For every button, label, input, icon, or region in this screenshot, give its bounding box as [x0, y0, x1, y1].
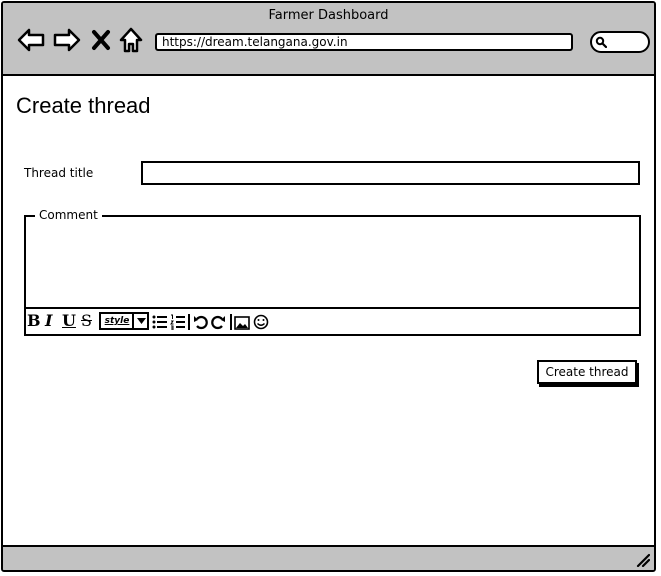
- numbered-list-icon[interactable]: [170, 314, 186, 330]
- thread-title-label: Thread title: [24, 166, 94, 180]
- style-dropdown-value: style: [102, 314, 134, 328]
- style-dropdown[interactable]: style: [99, 312, 149, 330]
- chevron-down-icon: [137, 318, 146, 324]
- toolbar-divider: [188, 314, 190, 330]
- forward-arrow-icon[interactable]: [52, 25, 82, 55]
- strikethrough-button[interactable]: S: [81, 312, 92, 330]
- back-arrow-icon[interactable]: [16, 25, 46, 55]
- home-icon[interactable]: [118, 25, 144, 55]
- image-icon[interactable]: [234, 315, 250, 331]
- magnifier-icon: [595, 36, 607, 48]
- window-title: Farmer Dashboard: [268, 8, 389, 23]
- toolbar-divider: [230, 314, 232, 330]
- underline-button[interactable]: U: [62, 312, 76, 330]
- thread-title-input[interactable]: [141, 161, 640, 185]
- address-bar[interactable]: https://dream.telangana.gov.in: [155, 33, 573, 51]
- redo-icon[interactable]: [211, 314, 226, 330]
- browser-search-field[interactable]: [590, 31, 650, 53]
- resize-grip-icon[interactable]: [636, 553, 650, 567]
- bold-button[interactable]: B: [27, 312, 41, 330]
- browser-titlebar: Farmer Dashboard https://dream.telangana…: [3, 3, 654, 76]
- create-thread-button[interactable]: Create thread: [537, 360, 637, 384]
- browser-statusbar: [3, 545, 654, 570]
- emoji-icon[interactable]: [253, 314, 269, 330]
- browser-window: Farmer Dashboard https://dream.telangana…: [1, 1, 656, 572]
- undo-icon[interactable]: [193, 314, 208, 330]
- close-x-icon[interactable]: [89, 25, 113, 55]
- bullet-list-icon[interactable]: [152, 314, 168, 330]
- comment-legend: Comment: [35, 208, 102, 222]
- italic-button[interactable]: I: [45, 312, 52, 330]
- page-title: Create thread: [16, 93, 151, 118]
